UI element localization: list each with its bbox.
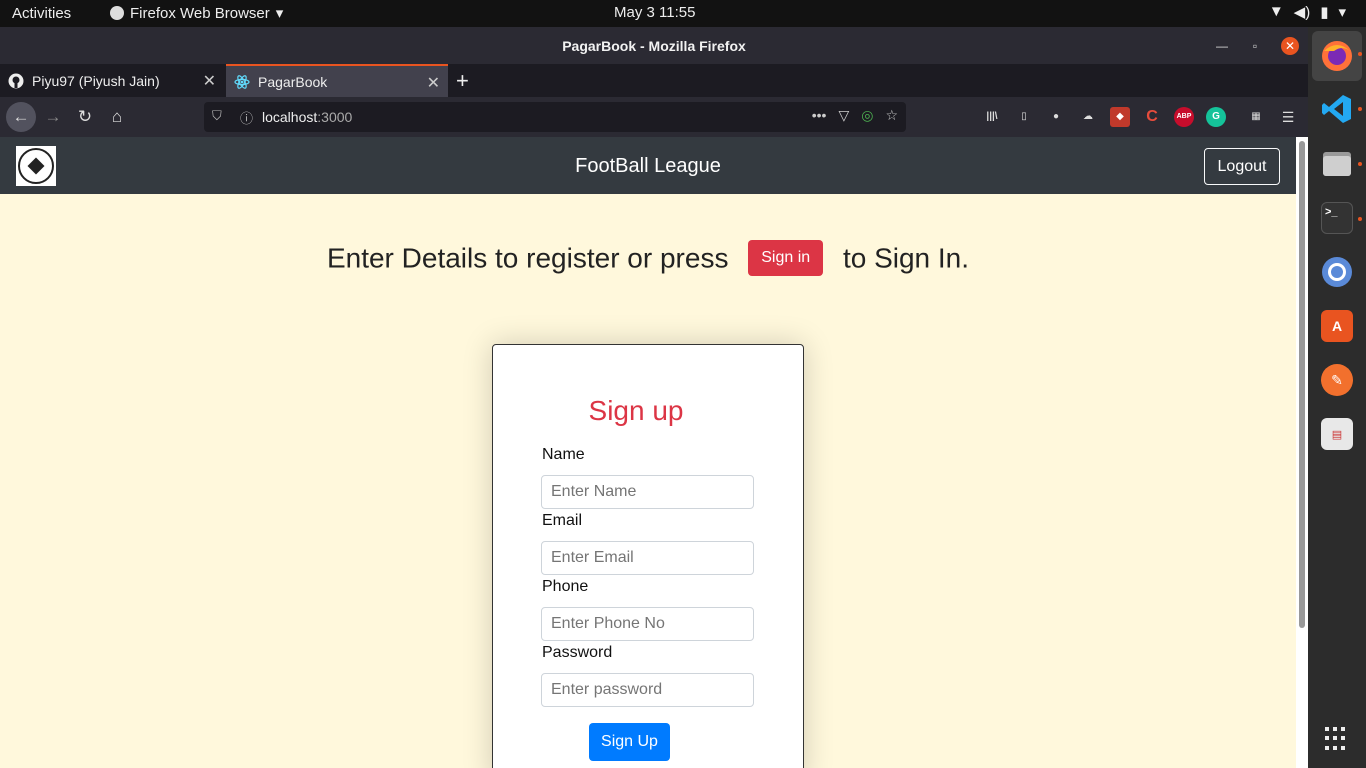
back-button[interactable]: ← <box>6 102 36 132</box>
app-menu-label: Firefox Web Browser <box>130 4 270 22</box>
pocket-icon[interactable]: ▽ <box>838 107 849 124</box>
window-title: PagarBook - Mozilla Firefox <box>562 38 746 54</box>
email-input[interactable] <box>541 541 754 575</box>
firefox-icon <box>110 6 124 20</box>
document-viewer-dock-icon[interactable]: ▤ <box>1321 418 1353 450</box>
new-tab-button[interactable]: + <box>456 68 469 94</box>
password-label: Password <box>542 644 613 661</box>
tab-label: PagarBook <box>258 73 328 90</box>
minimize-button[interactable]: — <box>1213 37 1231 55</box>
tab-pagarbook[interactable]: PagarBook ✕ <box>226 64 448 97</box>
maximize-button[interactable]: ▫ <box>1246 37 1264 55</box>
postman-dock-icon[interactable]: ✎ <box>1321 364 1353 396</box>
email-label: Email <box>542 512 583 529</box>
app-menu[interactable]: Firefox Web Browser ▾ <box>110 4 283 22</box>
home-button[interactable]: ⌂ <box>105 105 129 129</box>
url-text[interactable]: localhost:3000 <box>262 109 352 125</box>
tab-strip: Piyu97 (Piyush Jain) ✕ PagarBook ✕ + <box>0 64 1308 97</box>
url-bar[interactable]: ⛉ ⓘ localhost:3000 ••• ▽ ◎ ☆ <box>204 102 906 132</box>
page-content: FootBall League Logout Enter Details to … <box>0 137 1296 768</box>
chromium-dock-icon[interactable] <box>1321 256 1353 288</box>
wifi-icon: ▼ <box>1268 3 1284 20</box>
adblock-icon[interactable]: ABP <box>1174 107 1194 127</box>
chevron-down-icon: ▾ <box>275 5 284 22</box>
brand-title[interactable]: FootBall League <box>0 155 1296 178</box>
prompt-text-before: Enter Details to register or press <box>326 242 729 274</box>
signup-title: Sign up <box>588 395 684 426</box>
react-icon <box>234 74 250 90</box>
phone-label: Phone <box>542 578 589 595</box>
password-input[interactable] <box>541 673 754 707</box>
signin-button[interactable]: Sign in <box>748 240 824 276</box>
name-label: Name <box>542 446 585 463</box>
forward-button[interactable]: → <box>41 105 65 129</box>
extensions-icon[interactable]: ▦ <box>1246 107 1266 127</box>
system-top-bar: Activities Firefox Web Browser ▾ May 3 1… <box>0 0 1366 27</box>
prompt-text-after: to Sign In. <box>842 242 970 274</box>
url-port: :3000 <box>317 109 353 125</box>
terminal-dock-icon[interactable]: >_ <box>1321 202 1353 234</box>
hamburger-menu-icon[interactable]: ☰ <box>1278 107 1298 127</box>
scrollbar-thumb[interactable] <box>1299 141 1305 628</box>
running-indicator <box>1358 217 1362 221</box>
close-tab-icon[interactable]: ✕ <box>427 73 440 93</box>
software-center-dock-icon[interactable]: A <box>1321 310 1353 342</box>
logout-button[interactable]: Logout <box>1204 148 1280 185</box>
activities-button[interactable]: Activities <box>12 5 71 22</box>
register-prompt: Enter Details to register or press Sign … <box>0 240 1296 278</box>
files-dock-icon[interactable] <box>1321 147 1353 179</box>
github-icon <box>8 73 24 89</box>
tab-label: Piyu97 (Piyush Jain) <box>32 72 160 89</box>
reload-button[interactable]: ↻ <box>73 105 97 129</box>
close-window-button[interactable]: ✕ <box>1281 37 1299 55</box>
system-tray[interactable]: ▼ ◀) ▮ ▾ <box>1269 3 1346 21</box>
firefox-dock-icon[interactable] <box>1312 31 1362 81</box>
signup-submit-button[interactable]: Sign Up <box>589 723 670 761</box>
battery-icon: ▮ <box>1320 4 1329 21</box>
navigation-toolbar: ← → ↻ ⌂ ⛉ ⓘ localhost:3000 ••• ▽ ◎ ☆ |||… <box>0 97 1308 137</box>
vscode-dock-icon[interactable] <box>1321 93 1353 125</box>
shield-icon[interactable]: ⛉ <box>212 108 222 124</box>
sidebar-icon[interactable]: ▯ <box>1014 107 1034 127</box>
signup-card: Sign up Name Email Phone Password Sign U… <box>492 344 804 768</box>
bookmark-star-icon[interactable]: ☆ <box>885 107 898 124</box>
chevron-down-icon: ▾ <box>1338 4 1346 21</box>
page-scrollbar[interactable] <box>1296 137 1308 768</box>
phone-input[interactable] <box>541 607 754 641</box>
extension-cloud-icon[interactable]: ☁ <box>1078 107 1098 127</box>
app-navbar: FootBall League Logout <box>0 137 1296 194</box>
window-titlebar: PagarBook - Mozilla Firefox — ▫ ✕ <box>0 27 1308 64</box>
volume-icon: ◀) <box>1293 4 1311 21</box>
extension-red-icon[interactable]: ◆ <box>1110 107 1130 127</box>
extension-target-icon[interactable]: ◎ <box>861 107 873 124</box>
extension-c-icon[interactable]: C <box>1142 107 1162 127</box>
running-indicator <box>1358 52 1362 56</box>
account-icon[interactable]: ● <box>1046 107 1066 127</box>
tab-github[interactable]: Piyu97 (Piyush Jain) ✕ <box>0 64 224 97</box>
page-actions-icon[interactable]: ••• <box>812 107 827 124</box>
url-host: localhost <box>262 109 318 125</box>
show-applications-icon[interactable] <box>1325 727 1349 751</box>
running-indicator <box>1358 107 1362 111</box>
ubuntu-dock: >_ A ✎ ▤ <box>1308 27 1366 768</box>
close-tab-icon[interactable]: ✕ <box>203 71 216 91</box>
running-indicator <box>1358 162 1362 166</box>
library-icon[interactable]: |||\ <box>982 107 1002 127</box>
toolbar-extensions: |||\ ▯ ● ☁ ◆ C ABP G ▦ ☰ <box>982 107 1298 127</box>
name-input[interactable] <box>541 475 754 509</box>
site-info-icon[interactable]: ⓘ <box>240 108 253 127</box>
clock[interactable]: May 3 11:55 <box>614 4 695 21</box>
grammarly-icon[interactable]: G <box>1206 107 1226 127</box>
